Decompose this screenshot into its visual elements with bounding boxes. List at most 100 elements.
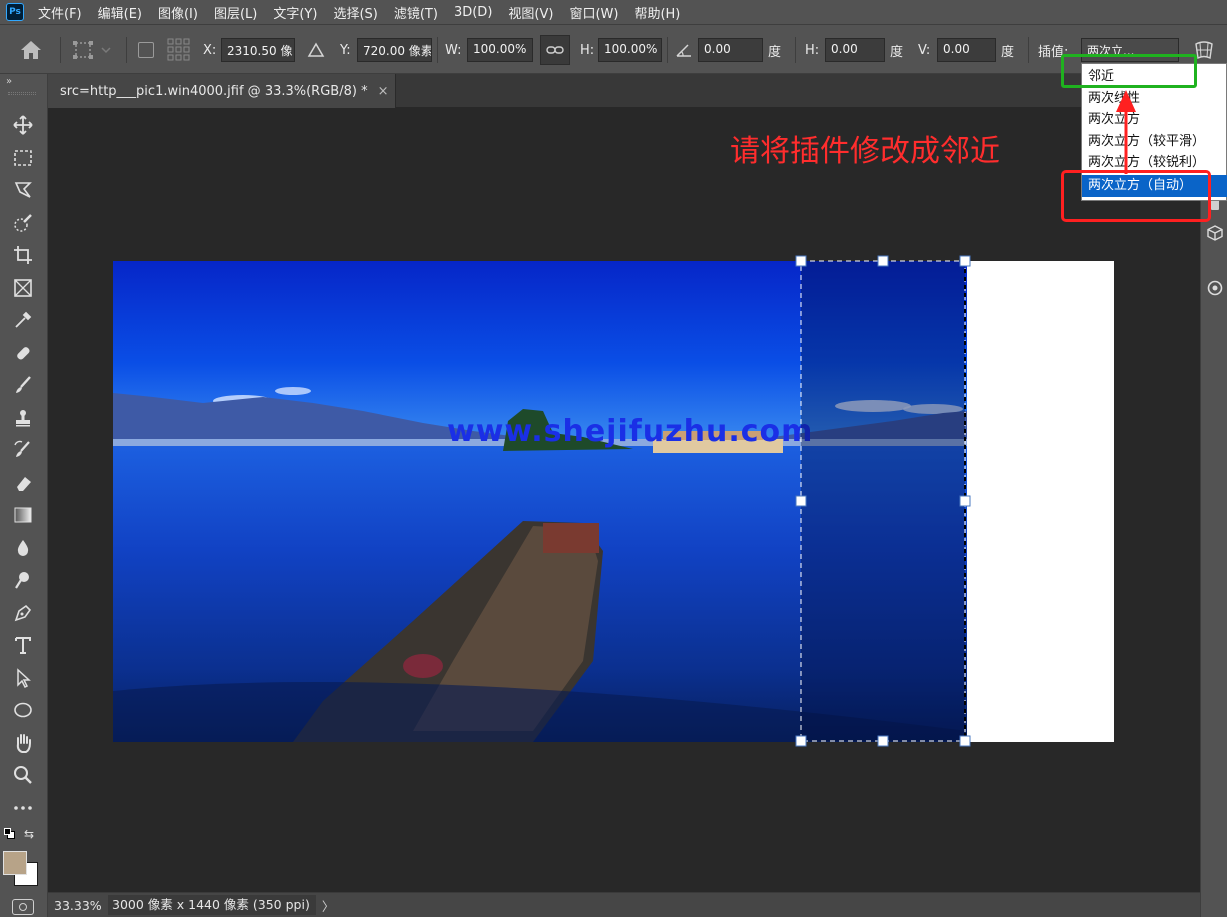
annotation-instruction: 请将插件修改成邻近 <box>730 134 1000 169</box>
path-selection-tool[interactable] <box>8 664 38 692</box>
dodge-tool[interactable] <box>8 566 38 594</box>
move-tool[interactable] <box>8 111 38 139</box>
zoom-level[interactable]: 33.33% <box>48 898 108 913</box>
eyedropper-icon <box>15 311 32 328</box>
width-label: W: <box>445 42 462 58</box>
transform-bounding-box[interactable] <box>794 255 974 748</box>
type-tool[interactable] <box>8 631 38 659</box>
history-brush-tool[interactable] <box>8 436 38 464</box>
horizontal-skew-unit: 度 <box>890 44 904 60</box>
history-brush-icon <box>14 440 30 457</box>
empty-canvas-region <box>967 261 1114 742</box>
x-position-field[interactable]: 2310.50 像 <box>221 38 295 62</box>
stamp-tool[interactable] <box>8 404 38 432</box>
stamp-icon <box>16 410 30 427</box>
transform-reference-icon <box>73 41 111 59</box>
pen-icon <box>14 604 32 622</box>
menu-view[interactable]: 视图(V) <box>508 3 553 22</box>
height-percent-field[interactable]: 100.00% <box>598 38 662 62</box>
frame-icon <box>14 279 32 297</box>
properties-icon[interactable] <box>1206 279 1224 297</box>
height-label: H: <box>580 42 595 58</box>
link-icon <box>546 46 564 54</box>
y-label: Y: <box>340 42 351 58</box>
healing-brush-tool[interactable] <box>8 339 38 367</box>
swap-colors-icon[interactable]: ⇆ <box>24 827 34 841</box>
menu-filter[interactable]: 滤镜(T) <box>394 3 438 22</box>
default-colors-icon[interactable] <box>4 828 16 840</box>
highlight-box-green <box>1061 54 1197 88</box>
menu-help[interactable]: 帮助(H) <box>634 3 680 22</box>
menu-window[interactable]: 窗口(W) <box>569 3 618 22</box>
rotation-unit: 度 <box>768 44 782 60</box>
link-aspect-button[interactable] <box>540 25 570 75</box>
blur-tool[interactable] <box>8 534 38 562</box>
options-bar: X: 2310.50 像 Y: 720.00 像素 W: 100.00% H: … <box>0 24 1227 74</box>
menu-type[interactable]: 文字(Y) <box>273 3 317 22</box>
ellipsis-icon <box>14 806 32 810</box>
eraser-icon <box>17 477 31 491</box>
type-icon <box>15 637 31 654</box>
horizontal-skew-label: H: <box>805 42 820 58</box>
reference-checkbox[interactable] <box>138 25 154 75</box>
hand-tool[interactable] <box>8 729 38 757</box>
relative-position-button[interactable] <box>306 25 326 75</box>
menu-layer[interactable]: 图层(L) <box>214 3 257 22</box>
interp-option-bicubic[interactable]: 两次立方 <box>1082 109 1227 131</box>
eraser-tool[interactable] <box>8 469 38 497</box>
gradient-tool[interactable] <box>8 501 38 529</box>
menu-bar: Ps 文件(F) 编辑(E) 图像(I) 图层(L) 文字(Y) 选择(S) 滤… <box>0 0 1227 24</box>
vertical-skew-unit: 度 <box>1001 44 1015 60</box>
interp-option-bilinear[interactable]: 两次线性 <box>1082 88 1227 110</box>
3d-cube-icon[interactable] <box>1206 224 1224 242</box>
foreground-color-swatch[interactable] <box>3 851 27 875</box>
home-icon <box>21 41 41 59</box>
reference-point-button[interactable] <box>70 25 114 75</box>
crop-tool[interactable] <box>8 241 38 269</box>
tools-panel: » ⇆ <box>0 74 48 917</box>
photoshop-window: Ps 文件(F) 编辑(E) 图像(I) 图层(L) 文字(Y) 选择(S) 滤… <box>0 0 1227 917</box>
close-tab-icon[interactable]: × <box>378 84 389 99</box>
document-tab[interactable]: src=http___pic1.win4000.jfif @ 33.3%(RGB… <box>48 74 396 108</box>
menu-file[interactable]: 文件(F) <box>38 3 82 22</box>
menu-3d[interactable]: 3D(D) <box>454 5 492 20</box>
menu-edit[interactable]: 编辑(E) <box>98 3 142 22</box>
checkbox-icon <box>138 42 154 58</box>
rotation-field[interactable]: 0.00 <box>698 38 763 62</box>
eyedropper-tool[interactable] <box>8 306 38 334</box>
rectangle-marquee-icon <box>14 150 32 166</box>
gradient-icon <box>14 507 32 523</box>
zoom-tool[interactable] <box>8 761 38 789</box>
y-position-field[interactable]: 720.00 像素 <box>357 38 432 62</box>
marquee-tool[interactable] <box>8 144 38 172</box>
collapse-icon[interactable]: » <box>6 76 12 87</box>
quick-mask-icon[interactable] <box>12 899 34 915</box>
highlight-box-red <box>1061 170 1211 222</box>
status-menu-arrow[interactable]: 〉 <box>316 896 335 915</box>
delta-icon <box>307 42 325 57</box>
document-info[interactable]: 3000 像素 x 1440 像素 (350 ppi) <box>108 895 316 915</box>
vertical-skew-label: V: <box>918 42 931 58</box>
horizontal-skew-field[interactable]: 0.00 <box>825 38 885 62</box>
pen-tool[interactable] <box>8 599 38 627</box>
brush-icon <box>16 376 31 393</box>
quick-selection-tool[interactable] <box>8 209 38 237</box>
menu-select[interactable]: 选择(S) <box>333 3 377 22</box>
menu-image[interactable]: 图像(I) <box>158 3 198 22</box>
dodge-icon <box>15 572 29 589</box>
brush-tool[interactable] <box>8 371 38 399</box>
annotation-arrow-icon <box>1116 90 1136 174</box>
more-tools-button[interactable] <box>8 794 38 822</box>
reference-grid-icon[interactable] <box>166 25 192 75</box>
interp-option-bicubic-smoother[interactable]: 两次立方（较平滑） <box>1082 131 1227 153</box>
ps-logo-icon: Ps <box>6 3 24 21</box>
ellipse-icon <box>14 702 32 718</box>
home-button[interactable] <box>18 25 44 75</box>
frame-tool[interactable] <box>8 274 38 302</box>
ellipse-tool[interactable] <box>8 696 38 724</box>
water-drop-icon <box>17 540 29 556</box>
panel-grip-icon[interactable] <box>8 92 36 95</box>
vertical-skew-field[interactable]: 0.00 <box>937 38 996 62</box>
width-percent-field[interactable]: 100.00% <box>467 38 533 62</box>
lasso-tool[interactable] <box>8 176 38 204</box>
